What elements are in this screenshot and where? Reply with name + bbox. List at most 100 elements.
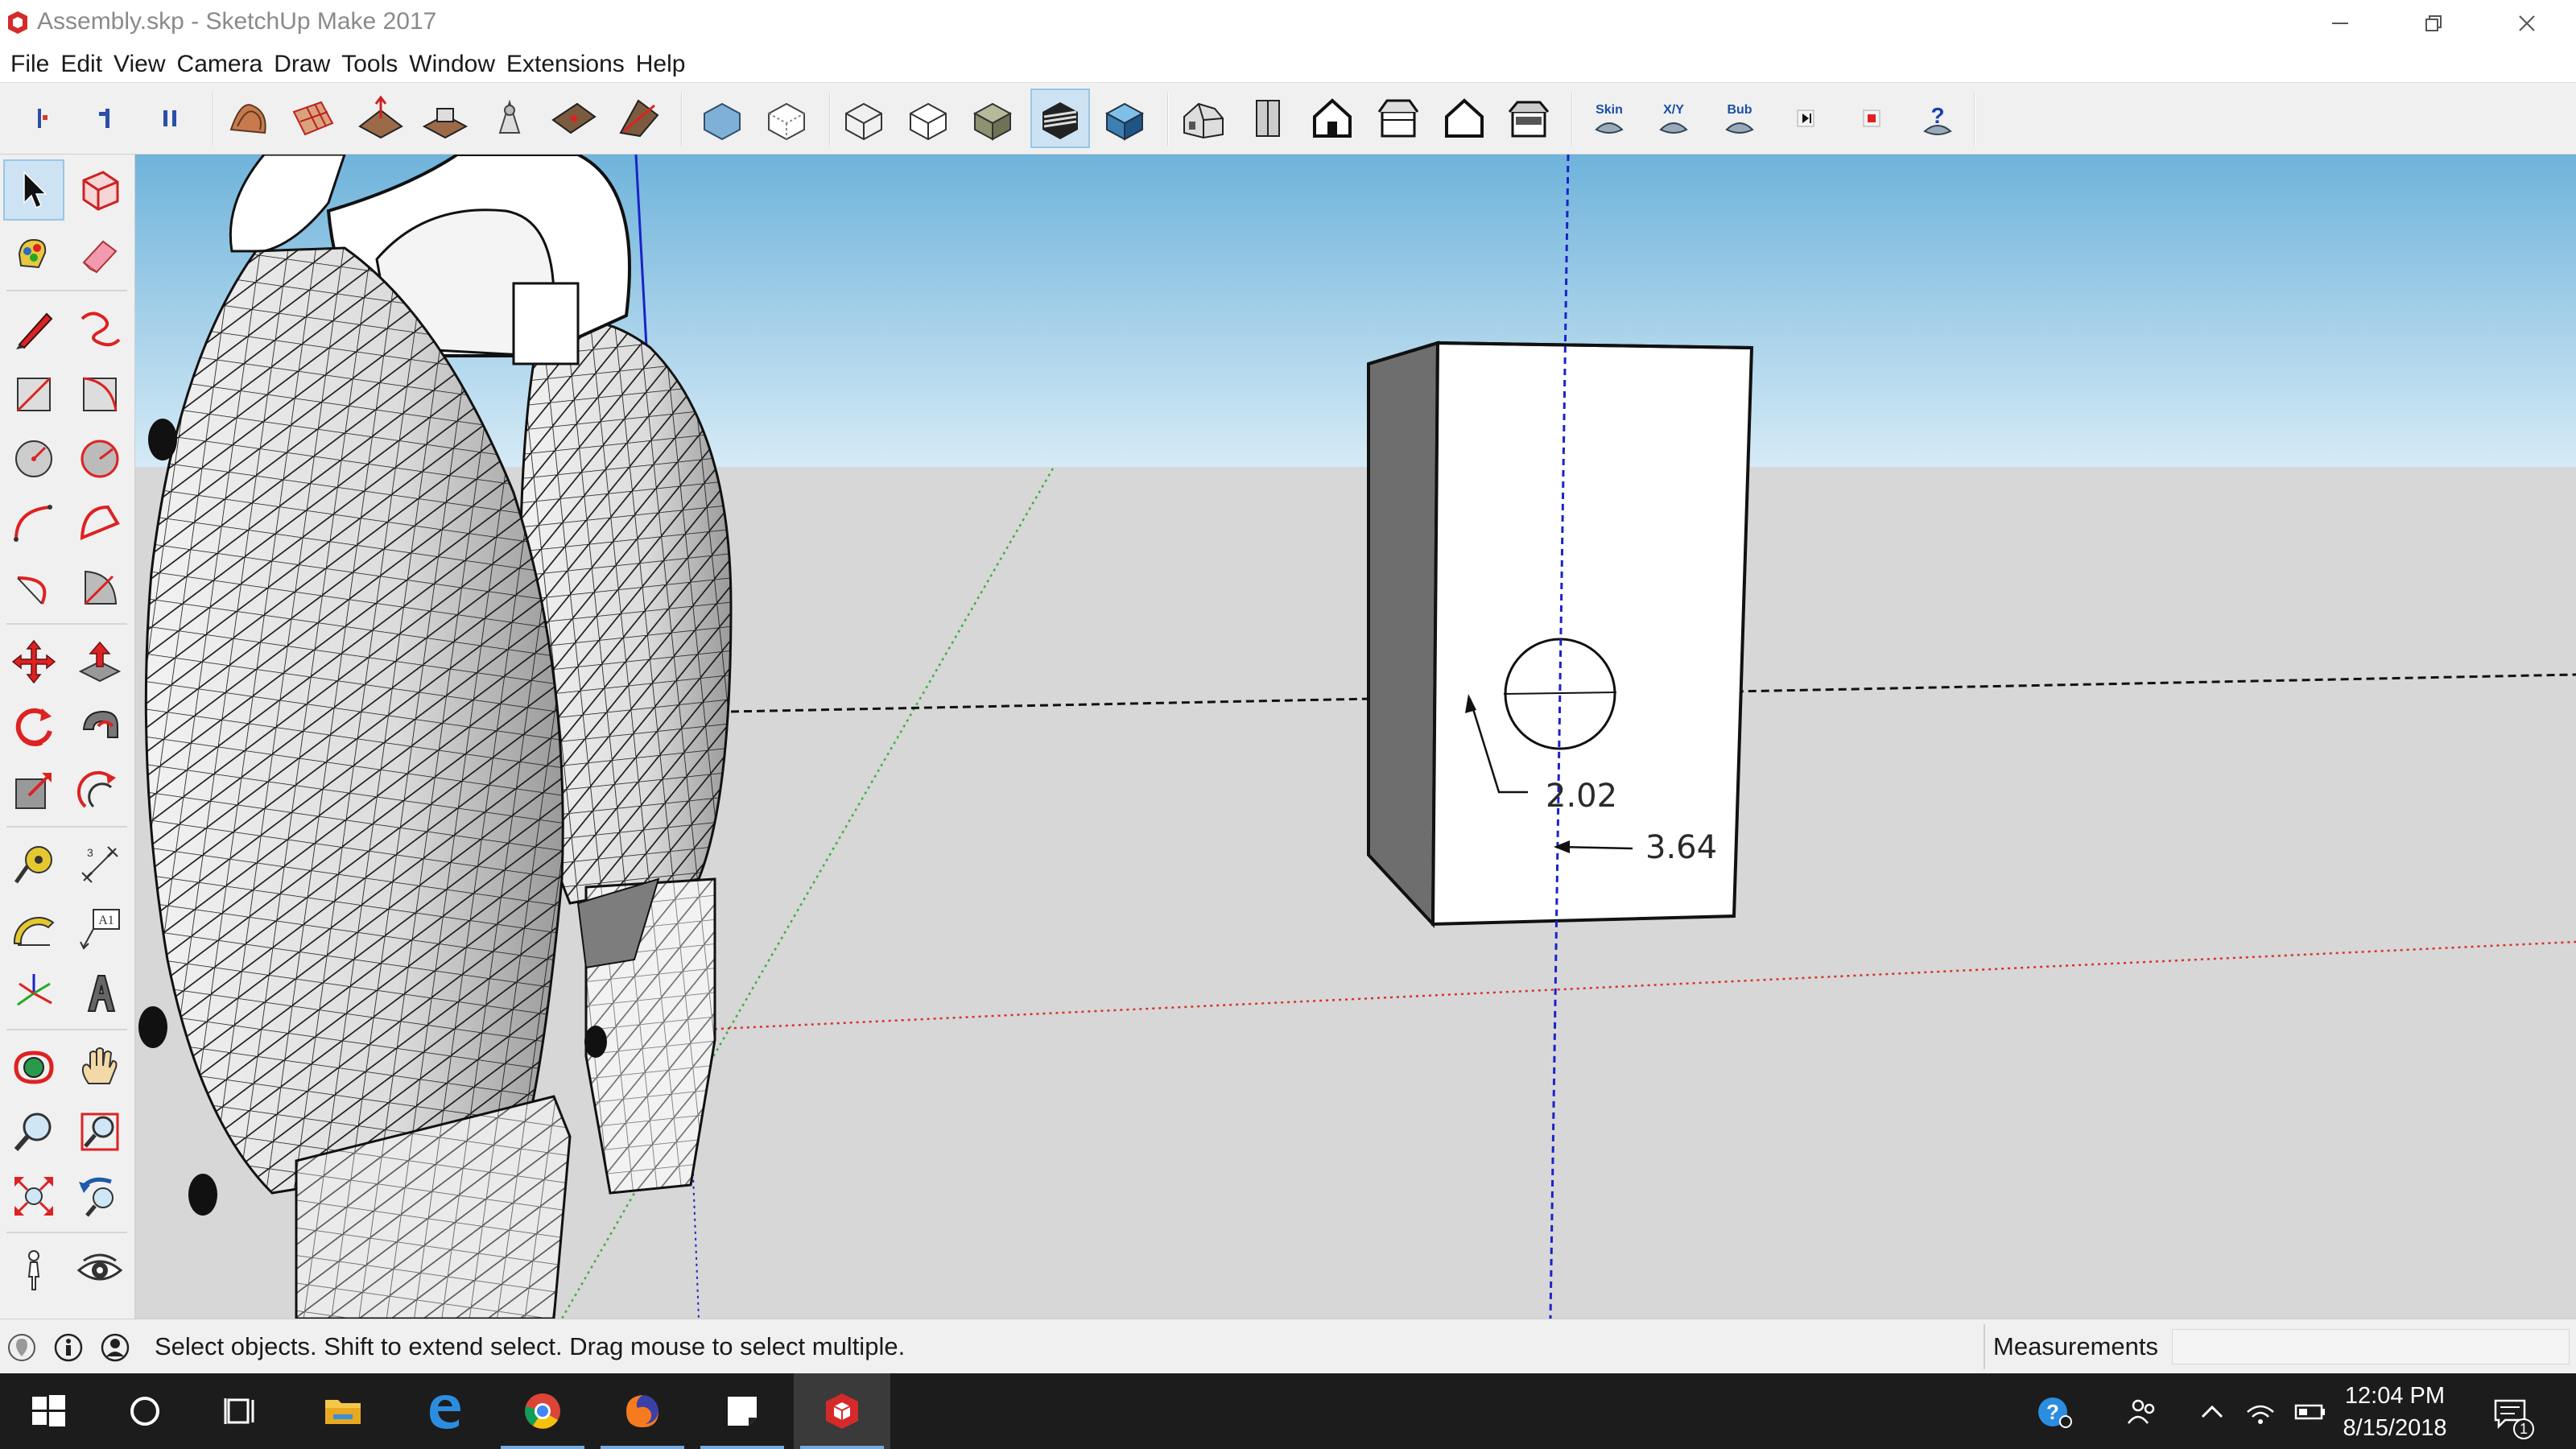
view-iso-button[interactable] bbox=[1174, 89, 1233, 148]
protractor-button[interactable] bbox=[3, 898, 64, 960]
sketchup-taskbar-button[interactable] bbox=[794, 1373, 890, 1449]
three-point-arc-button[interactable] bbox=[3, 557, 64, 618]
clock-date[interactable]: 8/15/2018 bbox=[2326, 1415, 2463, 1442]
dimension-vertical-label[interactable]: 3.64 bbox=[1645, 829, 1717, 866]
pie-tool-button[interactable] bbox=[69, 557, 130, 618]
people-icon[interactable] bbox=[2125, 1394, 2161, 1430]
look-around-button[interactable] bbox=[69, 1240, 130, 1301]
view-right-button[interactable] bbox=[1368, 89, 1428, 148]
chevron-up-icon[interactable] bbox=[2194, 1394, 2230, 1430]
walk-tool-button[interactable] bbox=[3, 1240, 64, 1301]
task-view-button[interactable] bbox=[193, 1373, 290, 1449]
make-component-button[interactable] bbox=[69, 159, 130, 221]
stop-animation-button[interactable] bbox=[1842, 89, 1901, 148]
zoom-window-button[interactable] bbox=[69, 1101, 130, 1162]
menu-file[interactable]: File bbox=[5, 47, 55, 82]
sandbox-stamp-button[interactable] bbox=[415, 89, 475, 148]
toolbar-pause-button[interactable] bbox=[140, 89, 200, 148]
circle-tool-button[interactable] bbox=[3, 428, 64, 489]
model-viewport[interactable]: 2.02 3.64 bbox=[135, 155, 2576, 1319]
chrome-button[interactable] bbox=[494, 1373, 591, 1449]
restore-button[interactable] bbox=[2389, 0, 2478, 47]
push-pull-button[interactable] bbox=[69, 631, 130, 692]
zoom-tool-button[interactable] bbox=[3, 1101, 64, 1162]
style-hidden-line-button[interactable] bbox=[898, 89, 958, 148]
line-tool-button[interactable] bbox=[3, 298, 64, 359]
tape-measure-button[interactable] bbox=[3, 834, 64, 895]
measurements-input[interactable] bbox=[2172, 1329, 2570, 1364]
battery-icon[interactable] bbox=[2293, 1394, 2328, 1430]
zoom-extents-button[interactable] bbox=[3, 1166, 64, 1227]
follow-me-button[interactable] bbox=[69, 696, 130, 757]
sandbox-smoove-button[interactable] bbox=[351, 89, 411, 148]
clock-time[interactable]: 12:04 PM bbox=[2326, 1383, 2463, 1410]
menu-edit[interactable]: Edit bbox=[55, 47, 108, 82]
offset-tool-button[interactable] bbox=[69, 760, 130, 821]
pan-tool-button[interactable] bbox=[69, 1037, 130, 1098]
extension-xy-button[interactable]: X/Y bbox=[1644, 89, 1703, 148]
edge-browser-button[interactable] bbox=[396, 1373, 493, 1449]
sandbox-contours-button[interactable] bbox=[219, 89, 279, 148]
menu-tools[interactable]: Tools bbox=[336, 47, 403, 82]
play-animation-button[interactable] bbox=[1776, 89, 1835, 148]
style-shaded-button[interactable] bbox=[963, 89, 1022, 148]
freehand-tool-button[interactable] bbox=[69, 298, 130, 359]
toolbar-option-button[interactable] bbox=[76, 89, 135, 148]
orbit-tool-button[interactable] bbox=[3, 1037, 64, 1098]
toolbar-grip-button[interactable] bbox=[11, 89, 71, 148]
rotated-rectangle-button[interactable] bbox=[69, 364, 130, 425]
paint-bucket-button[interactable] bbox=[3, 224, 64, 285]
view-front-button[interactable] bbox=[1302, 89, 1362, 148]
eraser-button[interactable] bbox=[69, 224, 130, 285]
extension-skin-button[interactable]: Skin bbox=[1579, 89, 1639, 148]
sticky-notes-button[interactable] bbox=[694, 1373, 791, 1449]
3d-text-button[interactable] bbox=[69, 963, 130, 1024]
menu-extensions[interactable]: Extensions bbox=[501, 47, 630, 82]
close-button[interactable] bbox=[2483, 0, 2571, 47]
minimize-button[interactable] bbox=[2296, 0, 2384, 47]
help-extension-button[interactable]: ? bbox=[1908, 89, 1967, 148]
sandbox-flip-edge-button[interactable] bbox=[609, 89, 668, 148]
scale-tool-button[interactable] bbox=[3, 760, 64, 821]
wifi-icon[interactable] bbox=[2243, 1394, 2278, 1430]
grid-mesh-icon bbox=[292, 101, 334, 136]
style-back-edges-button[interactable] bbox=[757, 89, 816, 148]
axes-tool-button[interactable] bbox=[3, 963, 64, 1024]
menu-draw[interactable]: Draw bbox=[268, 47, 336, 82]
sandbox-scratch-button[interactable] bbox=[283, 89, 343, 148]
file-explorer-button[interactable] bbox=[295, 1373, 391, 1449]
arc-tool-button[interactable] bbox=[3, 493, 64, 554]
previous-view-button[interactable] bbox=[69, 1166, 130, 1227]
extension-bub-button[interactable]: Bub bbox=[1710, 89, 1769, 148]
sandbox-drape-button[interactable] bbox=[480, 89, 539, 148]
menu-window[interactable]: Window bbox=[403, 47, 501, 82]
skin-extension-icon: Skin bbox=[1595, 103, 1624, 134]
view-left-button[interactable] bbox=[1499, 89, 1558, 148]
menu-camera[interactable]: Camera bbox=[171, 47, 269, 82]
select-tool-button[interactable] bbox=[3, 159, 64, 221]
user-account-icon[interactable] bbox=[100, 1332, 130, 1363]
style-shaded-textures-button[interactable] bbox=[1030, 89, 1090, 148]
dimension-tool-button[interactable]: 3 bbox=[69, 834, 130, 895]
polygon-tool-button[interactable] bbox=[69, 428, 130, 489]
credits-icon[interactable] bbox=[53, 1332, 84, 1363]
dimension-horizontal-label[interactable]: 2.02 bbox=[1546, 778, 1617, 815]
firefox-button[interactable] bbox=[594, 1373, 691, 1449]
view-back-button[interactable] bbox=[1435, 89, 1494, 148]
menu-help[interactable]: Help bbox=[630, 47, 691, 82]
sandbox-add-detail-button[interactable] bbox=[544, 89, 604, 148]
rotate-tool-button[interactable] bbox=[3, 696, 64, 757]
style-wireframe-button[interactable] bbox=[834, 89, 894, 148]
start-button[interactable] bbox=[0, 1373, 97, 1449]
geolocation-icon[interactable] bbox=[6, 1332, 37, 1363]
two-point-arc-button[interactable] bbox=[69, 493, 130, 554]
style-monochrome-button[interactable] bbox=[1095, 89, 1154, 148]
rectangle-tool-button[interactable] bbox=[3, 364, 64, 425]
menu-view[interactable]: View bbox=[108, 47, 171, 82]
move-tool-button[interactable] bbox=[3, 631, 64, 692]
style-xray-button[interactable] bbox=[692, 89, 752, 148]
cortana-button[interactable] bbox=[97, 1373, 193, 1449]
text-tool-button[interactable]: A1 bbox=[69, 898, 130, 960]
help-tray-icon[interactable]: ? bbox=[2037, 1394, 2072, 1430]
view-top-button[interactable] bbox=[1238, 89, 1298, 148]
